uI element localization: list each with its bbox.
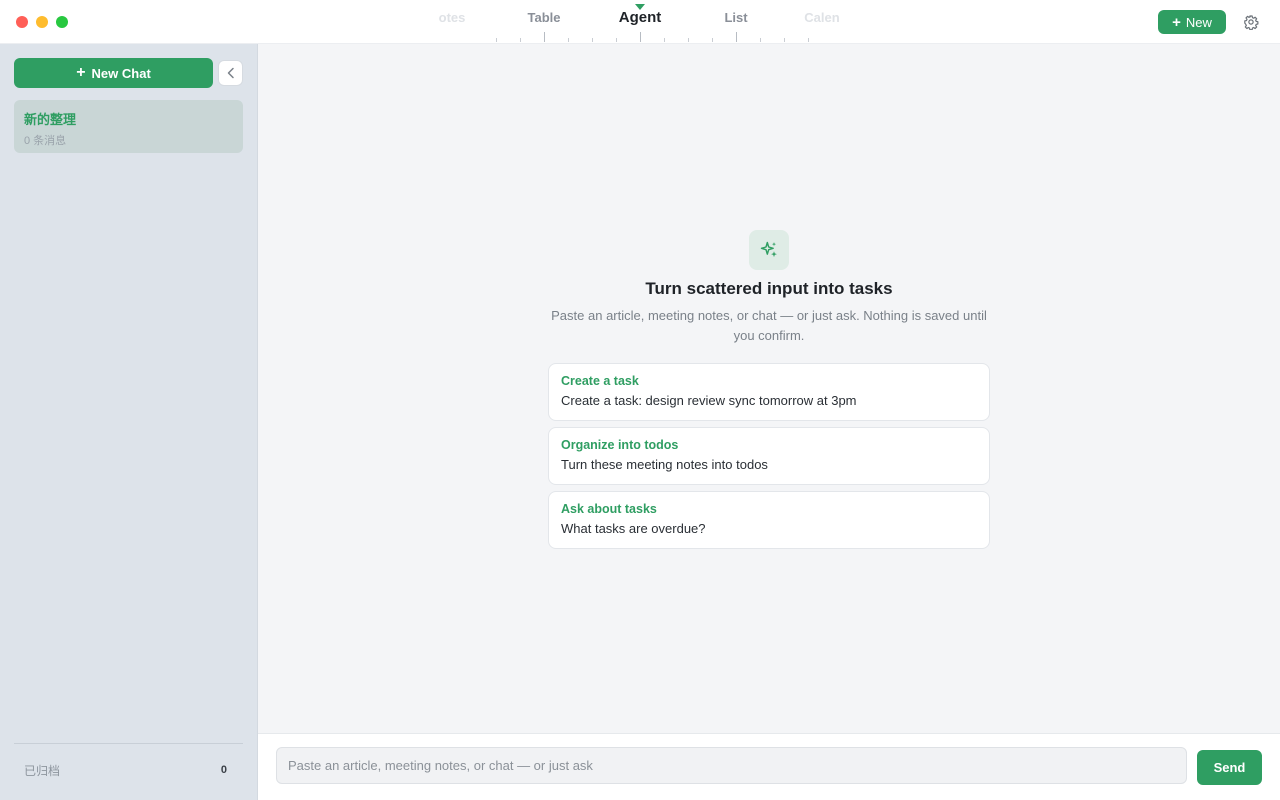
chevron-left-icon	[227, 67, 234, 79]
plus-icon: +	[76, 64, 86, 81]
suggestion-title: Organize into todos	[561, 438, 679, 452]
hero-description: Paste an article, meeting notes, or chat…	[551, 308, 987, 343]
tab-agent[interactable]: Agent	[619, 9, 662, 26]
chat-item-message-count: 0 条消息	[24, 135, 67, 147]
sparkles-icon	[760, 241, 777, 258]
sidebar-divider	[14, 743, 243, 744]
archived-count: 0	[220, 764, 227, 776]
suggestion-create-task[interactable]: Create a task Create a task: design revi…	[548, 363, 990, 421]
new-chat-button[interactable]: + New Chat	[14, 58, 213, 88]
composer: Send	[258, 733, 1280, 800]
chat-item-title: 新的整理	[24, 112, 77, 127]
suggestion-title: Ask about tasks	[561, 502, 657, 516]
tab-list[interactable]: List	[724, 10, 747, 25]
hero-title: Turn scattered input into tasks	[645, 279, 893, 298]
new-button-label: New	[1185, 14, 1212, 30]
agent-panel: Turn scattered input into tasks Paste an…	[258, 44, 1280, 733]
tab-table[interactable]: Table	[528, 10, 561, 25]
gear-icon[interactable]	[1243, 14, 1259, 30]
tab-notes[interactable]: otes	[439, 10, 466, 25]
new-chat-label: New Chat	[91, 65, 151, 81]
suggestion-organize-todos[interactable]: Organize into todos Turn these meeting n…	[548, 427, 990, 485]
suggestion-title: Create a task	[561, 374, 639, 388]
title-bar: otes Table Agent List Calen + New	[0, 0, 1280, 44]
suggestion-text: Create a task: design review sync tomorr…	[561, 393, 857, 408]
collapse-sidebar-button[interactable]	[218, 60, 243, 86]
suggestion-text: Turn these meeting notes into todos	[561, 457, 768, 472]
tab-scroll-ruler[interactable]	[470, 30, 830, 42]
message-input[interactable]	[276, 747, 1187, 784]
plus-icon: +	[1172, 13, 1181, 31]
hero-icon-tile	[749, 230, 789, 270]
chat-list-item[interactable]: 新的整理 0 条消息	[14, 100, 243, 153]
suggestion-text: What tasks are overdue?	[561, 521, 706, 536]
new-button[interactable]: + New	[1158, 10, 1226, 34]
tab-calendar[interactable]: Calen	[804, 10, 839, 25]
suggestion-ask-tasks[interactable]: Ask about tasks What tasks are overdue?	[548, 491, 990, 549]
suggestion-list: Create a task Create a task: design revi…	[548, 363, 990, 555]
archived-label: 已归档	[24, 763, 61, 778]
send-button[interactable]: Send	[1197, 750, 1262, 785]
view-switcher: otes Table Agent List Calen	[0, 0, 1280, 44]
sidebar: + New Chat 新的整理 0 条消息 已归档 0	[0, 44, 258, 800]
archived-section[interactable]: 已归档 0	[14, 756, 243, 784]
